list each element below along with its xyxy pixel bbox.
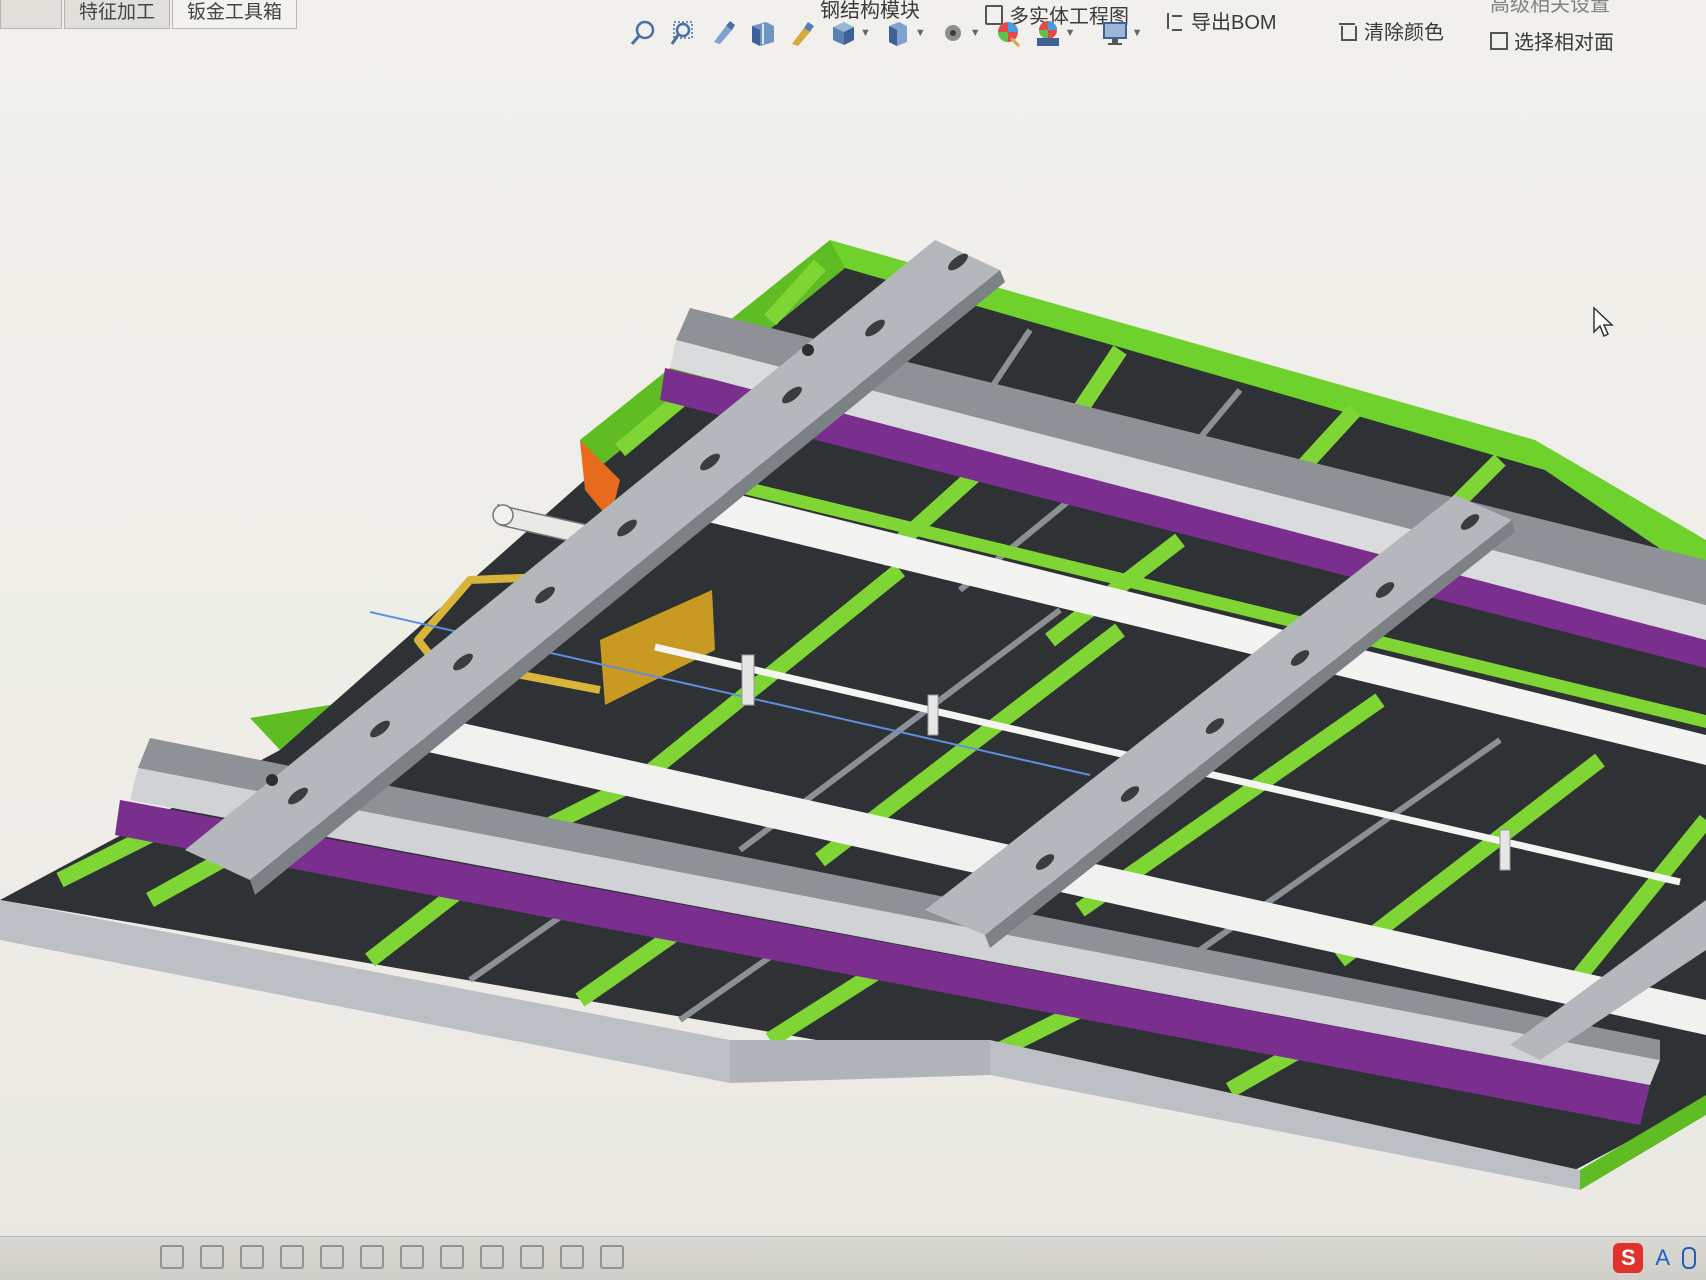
- app-icon[interactable]: [320, 1245, 344, 1269]
- cad-3d-viewport[interactable]: [0, 80, 1706, 1210]
- chevron-down-icon[interactable]: ▼: [860, 27, 871, 39]
- lever-pivot: [492, 504, 514, 526]
- edit-appearance-icon[interactable]: [993, 18, 1023, 48]
- app-icon[interactable]: [240, 1245, 264, 1269]
- chevron-down-icon[interactable]: ▼: [1065, 27, 1076, 39]
- chevron-down-icon[interactable]: ▼: [1132, 27, 1143, 39]
- front-wall-mid: [730, 1040, 990, 1083]
- tab-sheetmetal-toolbox[interactable]: 钣金工具箱: [172, 0, 298, 29]
- app-icon[interactable]: [440, 1245, 464, 1269]
- chevron-down-icon[interactable]: ▼: [970, 27, 981, 39]
- input-method-icon[interactable]: S: [1613, 1243, 1644, 1273]
- zoom-area-icon[interactable]: [668, 18, 698, 48]
- view-settings-icon[interactable]: [1100, 18, 1130, 48]
- app-icon[interactable]: [600, 1245, 624, 1269]
- ribbon-tabs: 特征加工 钣金工具箱: [0, 0, 299, 30]
- clear-color-label: 清除颜色: [1364, 22, 1444, 44]
- top-right-label: 高级相关设置: [1490, 0, 1610, 16]
- dynamic-annotation-icon[interactable]: [788, 18, 818, 48]
- mouse-cursor-icon: [1593, 306, 1614, 338]
- microphone-icon[interactable]: [1682, 1247, 1696, 1269]
- app-icon[interactable]: [520, 1245, 544, 1269]
- cad-application-window: 特征加工 钣金工具箱 钢结构模块 多实体工程图 导出BOM 清除颜色 选择相对面…: [0, 0, 1706, 1280]
- taskbar: S A: [0, 1236, 1706, 1280]
- chevron-down-icon[interactable]: ▼: [915, 27, 926, 39]
- export-bom-label: 导出BOM: [1191, 12, 1277, 34]
- app-icon[interactable]: [480, 1245, 504, 1269]
- system-tray: S A: [1613, 1243, 1696, 1273]
- tab-feature[interactable]: 特征加工: [64, 0, 171, 29]
- app-icon[interactable]: [200, 1245, 224, 1269]
- select-opposite-face-button[interactable]: 选择相对面: [1490, 26, 1614, 55]
- apply-scene-icon[interactable]: [1033, 18, 1063, 48]
- app-icon[interactable]: [280, 1245, 304, 1269]
- app-icon[interactable]: [360, 1245, 384, 1269]
- display-style-icon[interactable]: [883, 18, 913, 48]
- heads-up-view-toolbar: ▼ ▼ ▼ ▼ ▼: [628, 18, 1144, 48]
- zoom-to-fit-icon[interactable]: [628, 18, 658, 48]
- app-icon[interactable]: [560, 1245, 584, 1269]
- top-right-command[interactable]: 高级相关设置: [1490, 0, 1610, 17]
- hide-show-icon[interactable]: [938, 18, 968, 48]
- edit-icon: [1490, 31, 1508, 50]
- clear-color-button[interactable]: 清除颜色: [1338, 16, 1444, 45]
- select-face-label: 选择相对面: [1514, 32, 1614, 54]
- app-icon[interactable]: [160, 1245, 184, 1269]
- export-icon: [1165, 11, 1185, 31]
- section-view-icon[interactable]: [748, 18, 778, 48]
- trash-icon: [1338, 21, 1358, 41]
- taskbar-app-icons: [160, 1245, 624, 1269]
- input-mode-indicator[interactable]: A: [1655, 1245, 1670, 1271]
- app-icon[interactable]: [400, 1245, 424, 1269]
- view-orientation-icon[interactable]: [828, 18, 858, 48]
- export-bom-button[interactable]: 导出BOM: [1165, 6, 1277, 35]
- previous-view-icon[interactable]: [708, 18, 738, 48]
- tab-partial[interactable]: [0, 0, 62, 29]
